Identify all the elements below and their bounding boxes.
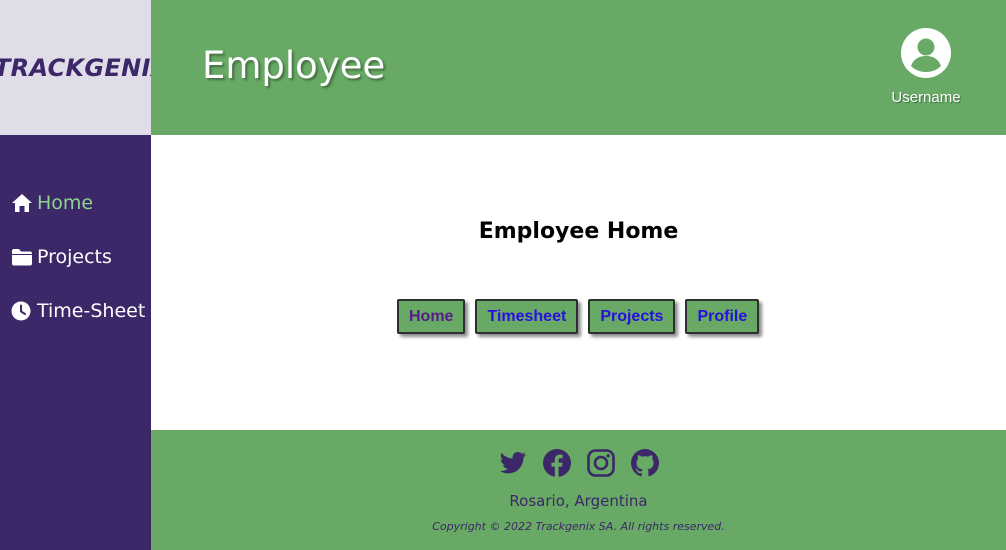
home-button[interactable]: Home	[397, 299, 466, 334]
sidebar-item-label: Home	[37, 192, 94, 214]
profile-button[interactable]: Profile	[685, 299, 760, 334]
projects-button[interactable]: Projects	[588, 299, 676, 334]
timesheet-button[interactable]: Timesheet	[475, 299, 579, 334]
footer: Rosario, Argentina Copyright © 2022 Trac…	[151, 430, 1006, 550]
github-icon[interactable]	[630, 448, 660, 478]
sidebar-nav: Home Projects Time-Sheet	[0, 135, 151, 550]
section-title: Employee Home	[478, 219, 679, 244]
sidebar-item-label: Projects	[37, 246, 112, 268]
home-icon	[12, 194, 32, 212]
logo[interactable]: TRACKGENIX	[0, 54, 151, 82]
top-header: Employee Username	[151, 0, 1006, 135]
logo-area: TRACKGENIX	[0, 0, 151, 135]
button-group: Home Timesheet Projects Profile	[397, 299, 760, 334]
sidebar-item-projects[interactable]: Projects	[11, 246, 112, 268]
sidebar-item-timesheet[interactable]: Time-Sheet	[11, 300, 145, 322]
page-title: Employee	[202, 44, 386, 87]
main-content: Employee Home Home Timesheet Projects Pr…	[151, 135, 1006, 430]
location-text: Rosario, Argentina	[509, 492, 648, 510]
clock-icon	[11, 301, 31, 321]
username-label: Username	[891, 89, 961, 106]
sidebar-item-label: Time-Sheet	[37, 300, 146, 322]
facebook-icon[interactable]	[542, 448, 572, 478]
user-circle-icon[interactable]	[901, 28, 951, 78]
sidebar-item-home[interactable]: Home	[11, 192, 93, 214]
folder-icon	[12, 249, 32, 266]
instagram-icon[interactable]	[586, 448, 616, 478]
copyright-text: Copyright © 2022 Trackgenix SA. All righ…	[432, 520, 725, 533]
twitter-icon[interactable]	[498, 448, 528, 478]
user-menu[interactable]: Username	[886, 28, 966, 106]
social-links	[151, 448, 1006, 478]
